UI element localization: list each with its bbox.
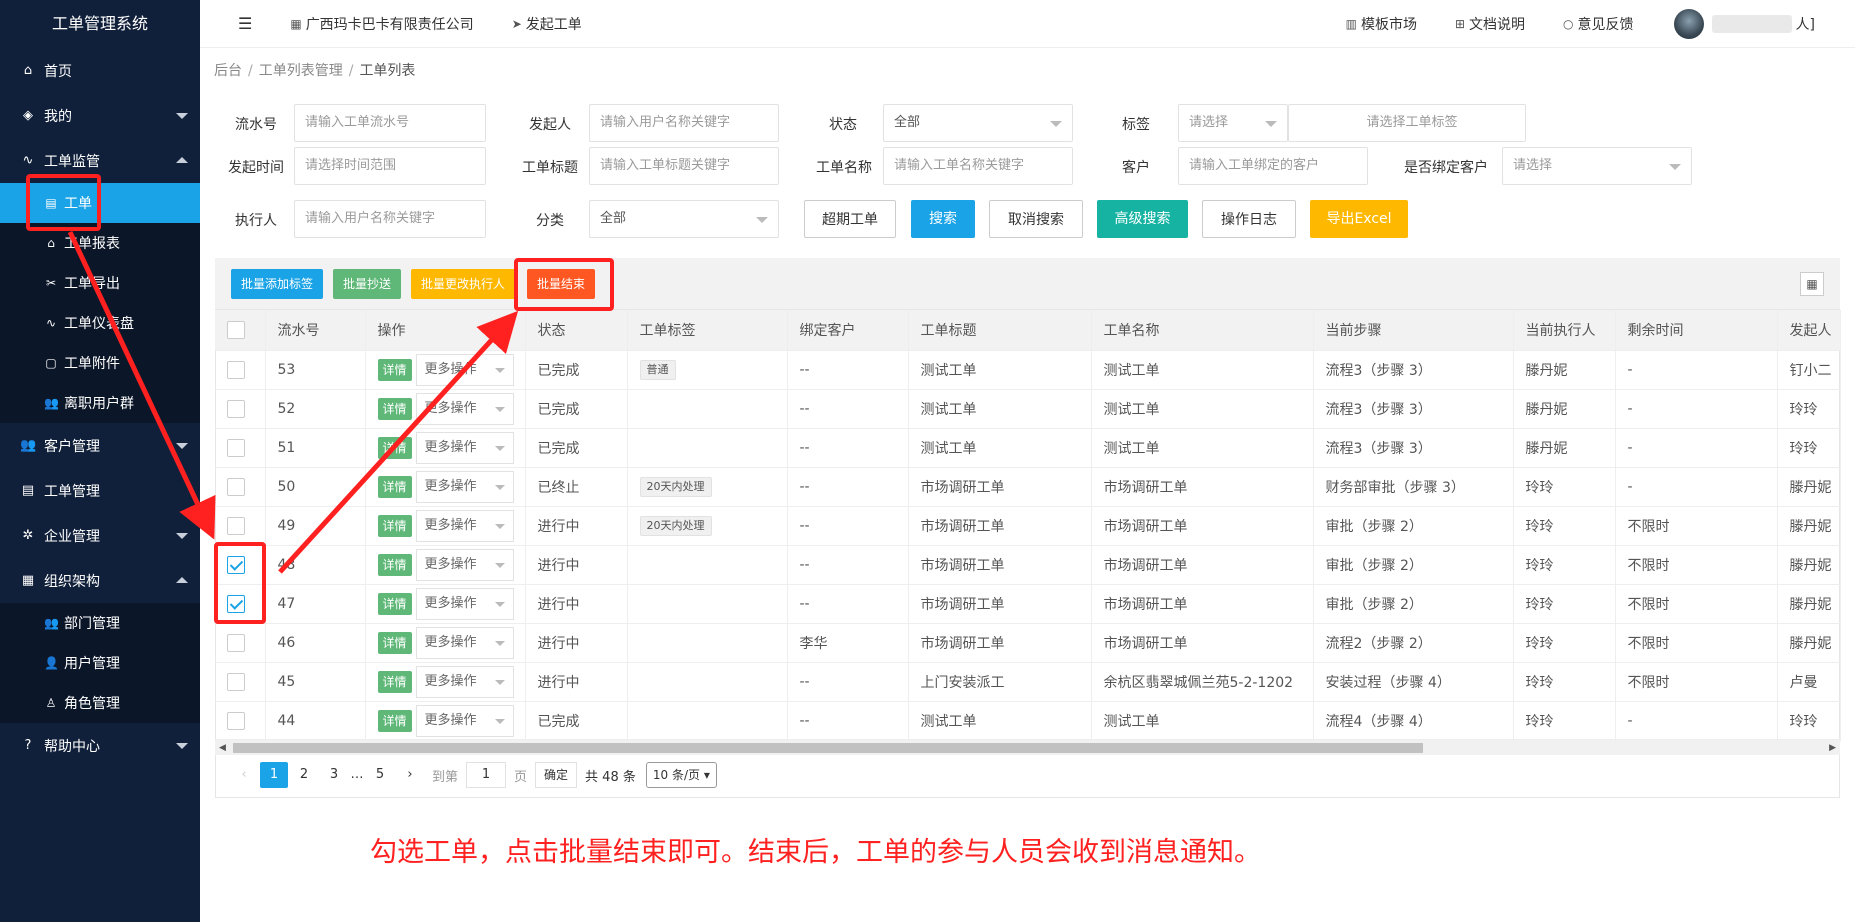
arrow-overlay: [67, 230, 519, 574]
arrow-to-checkboxes: [67, 230, 216, 540]
arrow-to-finish-button: [278, 310, 519, 574]
